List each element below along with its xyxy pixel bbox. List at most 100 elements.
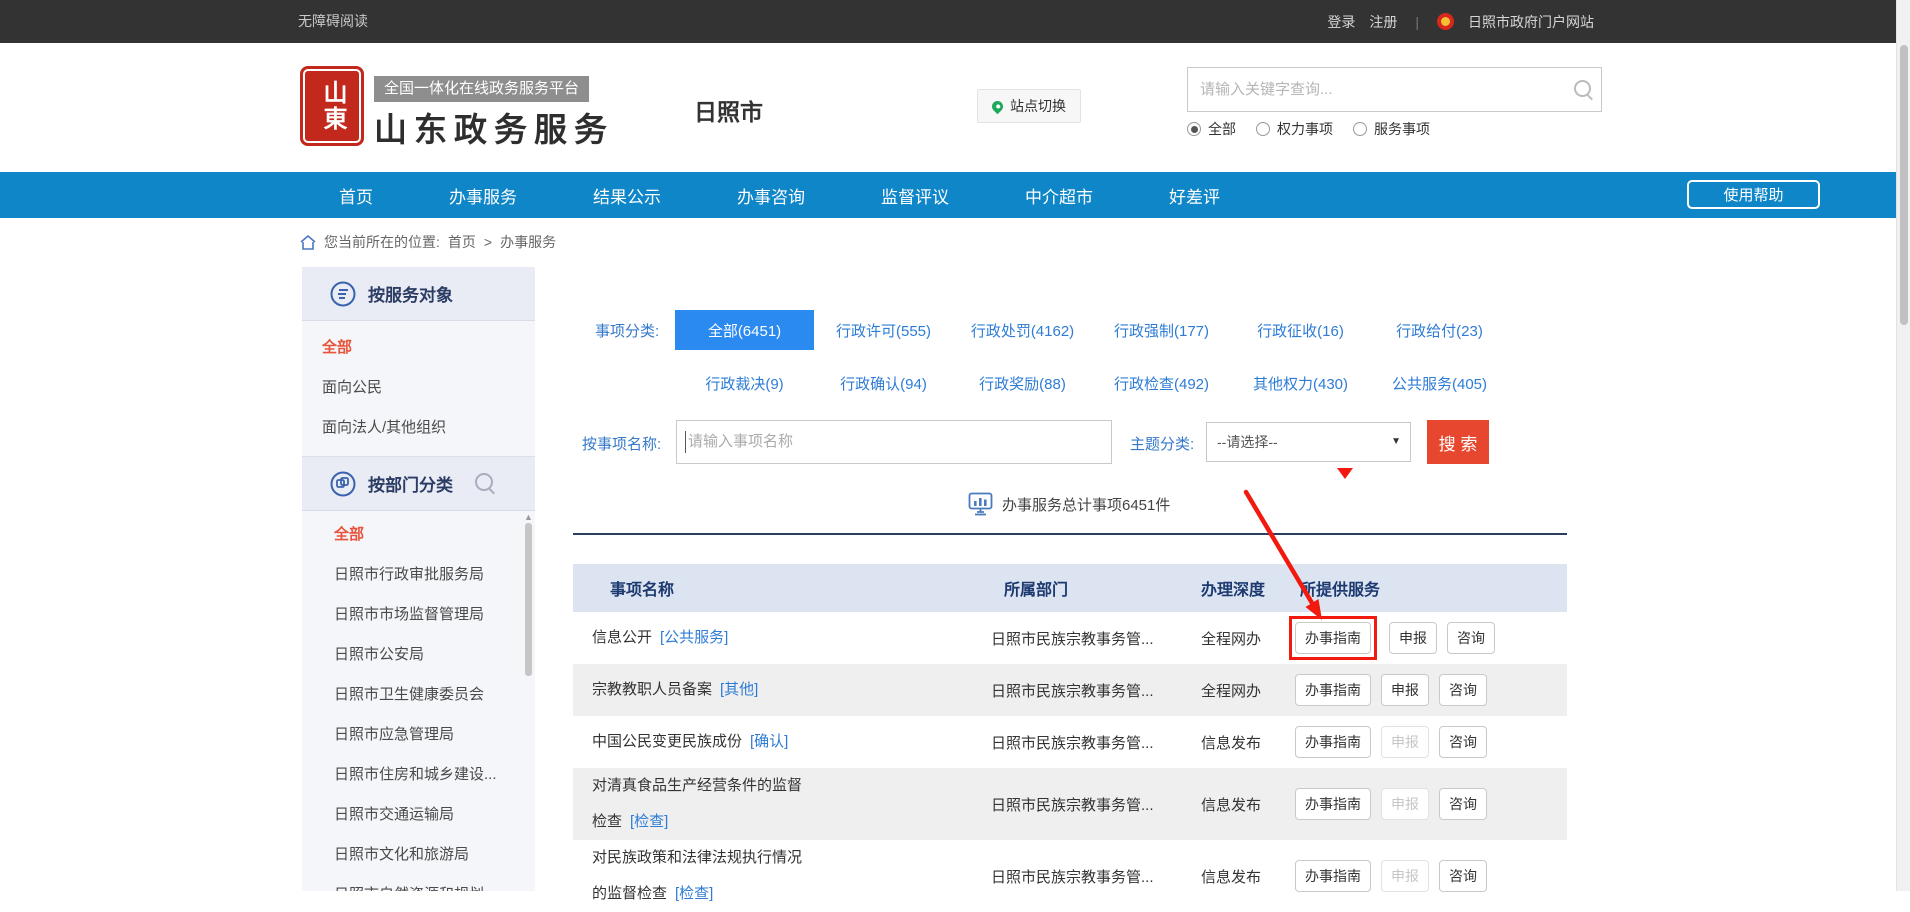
sidebar-scrollbar-thumb[interactable] [525,523,532,676]
item-type-tag[interactable]: [检查] [675,885,713,902]
search-scope-option[interactable]: 权力事项 [1256,119,1333,139]
sidebar-item[interactable]: 面向法人/其他组织 [302,408,535,448]
page-scrollbar[interactable] [1896,0,1910,891]
text-caret [685,431,686,453]
nav-item-办事咨询[interactable]: 办事咨询 [737,183,805,208]
item-name-link[interactable]: 中国公民变更民族成份 [592,733,742,750]
category-tab[interactable]: 行政检查(492) [1092,368,1231,398]
sidebar-item[interactable]: 日照市公安局 [302,635,535,675]
accessibility-link[interactable]: 无障碍阅读 [298,0,368,43]
service-button-办事指南[interactable]: 办事指南 [1295,726,1371,758]
scroll-up-icon[interactable]: ▲ [524,512,533,522]
total-text: 办事服务总计事项6451件 [1002,494,1170,515]
item-name-input[interactable]: 请输入事项名称 [676,420,1112,464]
sidebar-section-service-target-header[interactable]: 按服务对象 [302,267,535,321]
nav-item-结果公示[interactable]: 结果公示 [593,183,661,208]
sidebar-item[interactable]: 日照市自然资源和规划... [302,875,535,891]
service-button-咨询[interactable]: 咨询 [1447,622,1495,654]
portal-site-link[interactable]: 日照市政府门户网站 [1468,12,1594,32]
login-link[interactable]: 登录 [1327,12,1355,32]
service-button-咨询[interactable]: 咨询 [1439,788,1487,820]
service-button-咨询[interactable]: 咨询 [1439,860,1487,892]
service-button-咨询[interactable]: 咨询 [1439,674,1487,706]
search-scope-option[interactable]: 全部 [1187,119,1236,139]
breadcrumb-home[interactable]: 首页 [448,232,476,252]
sidebar-item[interactable]: 日照市卫生健康委员会 [302,675,535,715]
page-scrollbar-thumb[interactable] [1900,45,1908,325]
item-type-tag[interactable]: [检查] [630,813,668,830]
category-tab[interactable]: 行政征收(16) [1231,310,1370,350]
sidebar-item[interactable]: 全部 [302,515,535,555]
item-name-link[interactable]: 信息公开 [592,629,652,646]
department-cell: 日照市民族宗教事务管... [991,866,1201,887]
item-name-cell: 对民族政策和法律法规执行情况 的监督检查[检查] [573,840,991,912]
department-search-icon[interactable] [475,473,493,491]
help-button[interactable]: 使用帮助 [1687,180,1820,209]
sidebar-item[interactable]: 日照市市场监督管理局 [302,595,535,635]
category-tab[interactable]: 公共服务(405) [1370,368,1509,398]
department-cell: 日照市民族宗教事务管... [991,794,1201,815]
brand-title: 山东政务服务 [374,103,614,151]
table-header-row: 事项名称 所属部门 办理深度 所提供服务 [573,564,1567,612]
search-button[interactable]: 搜 索 [1427,420,1489,464]
sidebar-item[interactable]: 全部 [302,328,535,368]
keyword-search-input[interactable]: 请输入关键字查询... [1187,67,1602,112]
category-tab[interactable]: 行政处罚(4162) [953,310,1092,350]
sidebar-item[interactable]: 日照市行政审批服务局 [302,555,535,595]
site-switch-button[interactable]: 站点切换 [977,89,1081,123]
item-type-tag[interactable]: [确认] [750,733,788,750]
sidebar-item[interactable]: 面向公民 [302,368,535,408]
service-button-申报: 申报 [1381,726,1429,758]
radio-icon[interactable] [1256,122,1270,136]
nav-item-首页[interactable]: 首页 [339,183,373,208]
service-button-申报[interactable]: 申报 [1381,674,1429,706]
category-tab[interactable]: 行政强制(177) [1092,310,1231,350]
sidebar-item[interactable]: 日照市住房和城乡建设... [302,755,535,795]
register-link[interactable]: 注册 [1369,12,1397,32]
service-button-办事指南[interactable]: 办事指南 [1295,788,1371,820]
topic-label: 主题分类: [1130,433,1194,454]
sidebar-item[interactable]: 日照市文化和旅游局 [302,835,535,875]
sidebar-item[interactable]: 日照市交通运输局 [302,795,535,835]
service-button-办事指南[interactable]: 办事指南 [1295,674,1371,706]
table-row: 对清真食品生产经营条件的监督 检查[检查]日照市民族宗教事务管...信息发布办事… [573,768,1567,840]
sidebar-scrollbar[interactable]: ▲ [524,512,533,891]
category-tab[interactable]: 行政给付(23) [1370,310,1509,350]
annotation-highlight-box: 办事指南 [1289,616,1377,660]
sidebar-section-department-header[interactable]: 按部门分类 [302,457,535,511]
department-cell: 日照市民族宗教事务管... [991,732,1201,753]
service-button-申报[interactable]: 申报 [1389,622,1437,654]
search-scope-option[interactable]: 服务事项 [1353,119,1430,139]
category-tabs-row2: 行政裁决(9)行政确认(94)行政奖励(88)行政检查(492)其他权力(430… [573,368,1509,398]
sidebar: 按服务对象 全部面向公民面向法人/其他组织 按部门分类 全部日照市行政审批服务局… [302,267,535,891]
breadcrumb-separator: > [484,234,492,250]
section-divider [573,533,1567,535]
col-header-item-name: 事项名称 [573,576,991,600]
service-button-咨询[interactable]: 咨询 [1439,726,1487,758]
item-name-link[interactable]: 宗教教职人员备案 [592,681,712,698]
category-tab[interactable]: 行政确认(94) [814,368,953,398]
nav-item-中介超市[interactable]: 中介超市 [1025,183,1093,208]
radio-icon[interactable] [1187,122,1201,136]
service-button-办事指南[interactable]: 办事指南 [1295,860,1371,892]
category-tab[interactable]: 行政奖励(88) [953,368,1092,398]
topbar-divider: | [1415,14,1419,30]
item-type-tag[interactable]: [公共服务] [660,629,728,646]
item-name-link[interactable]: 对清真食品生产经营条件的监督 检查 [592,777,802,830]
nav-item-办事服务[interactable]: 办事服务 [449,183,517,208]
main-content: 事项分类: 全部(6451)行政许可(555)行政处罚(4162)行政强制(17… [573,218,1567,891]
nav-item-监督评议[interactable]: 监督评议 [881,183,949,208]
col-header-department: 所属部门 [991,576,1201,600]
category-tab[interactable]: 行政裁决(9) [675,368,814,398]
service-button-办事指南[interactable]: 办事指南 [1295,622,1371,654]
sidebar-item[interactable]: 日照市应急管理局 [302,715,535,755]
category-tab[interactable]: 行政许可(555) [814,310,953,350]
category-tab[interactable]: 其他权力(430) [1231,368,1370,398]
topic-select[interactable]: --请选择-- ▼ [1206,422,1411,462]
department-list: 全部日照市行政审批服务局日照市市场监督管理局日照市公安局日照市卫生健康委员会日照… [302,511,535,891]
radio-icon[interactable] [1353,122,1367,136]
nav-item-好差评[interactable]: 好差评 [1169,183,1220,208]
category-tab[interactable]: 全部(6451) [675,310,814,350]
search-icon[interactable] [1574,80,1591,97]
item-type-tag[interactable]: [其他] [720,681,758,698]
